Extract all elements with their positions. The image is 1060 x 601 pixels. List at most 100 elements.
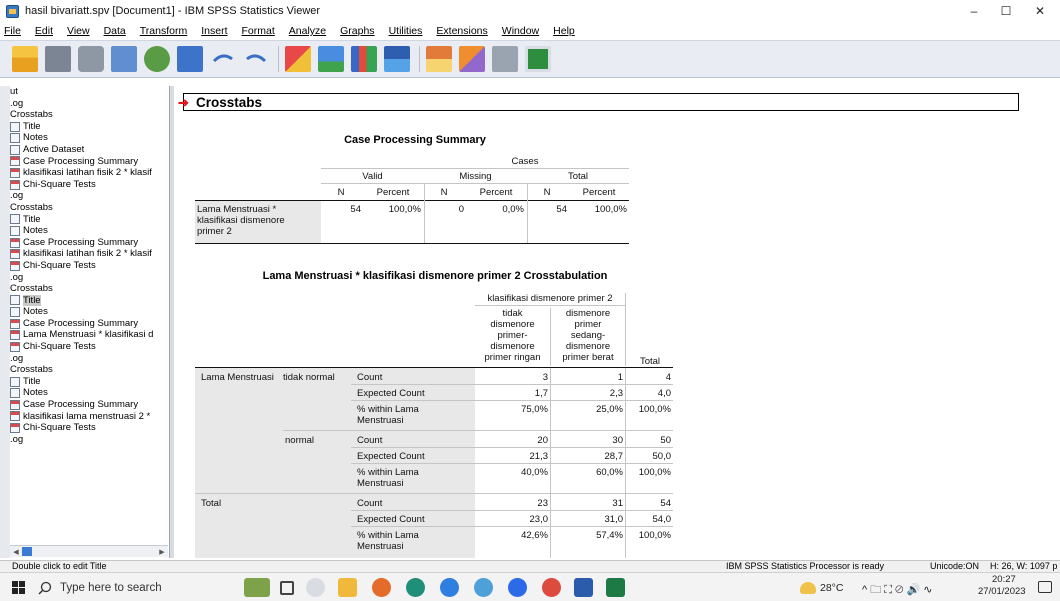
menu-edit[interactable]: Edit [35,25,53,37]
maximize-button[interactable]: ☐ [990,0,1022,22]
outline-item[interactable]: ut [10,86,169,98]
hide-item-icon[interactable] [492,46,518,72]
clock-date[interactable]: 27/01/2023 [978,586,1026,597]
menu-analyze[interactable]: Analyze [289,25,326,37]
pane-splitter[interactable] [170,86,174,558]
outline-item[interactable]: klasifikasi latihan fisik 2 * klasif [10,167,169,179]
outline-item[interactable]: Title [10,121,169,133]
outline-item[interactable]: Notes [10,132,169,144]
outline-item[interactable]: .og [10,190,169,202]
menu-graphs[interactable]: Graphs [340,25,374,37]
menu-help[interactable]: Help [553,25,575,37]
scroll-right-icon[interactable]: ▶ [156,546,168,557]
outline-item[interactable]: .og [10,272,169,284]
menu-format[interactable]: Format [242,25,275,37]
goto-data-icon[interactable] [285,46,311,72]
outline-item[interactable]: Lama Menstruasi * klasifikasi d [10,329,169,341]
menu-insert[interactable]: Insert [201,25,227,37]
col2-header-line: dismenore [565,341,611,352]
weather-icon[interactable] [800,582,816,594]
goto-case-icon[interactable] [318,46,344,72]
crosstabs-heading-box[interactable]: ➔ Crosstabs [178,93,1019,111]
taskbar-search-box[interactable]: Type here to search [38,577,218,598]
outline-item[interactable]: Chi-Square Tests [10,179,169,191]
redo-icon[interactable] [243,46,269,72]
weather-temperature[interactable]: 28°C [820,582,843,594]
outline-item[interactable]: Crosstabs [10,202,169,214]
word-icon[interactable] [574,578,593,597]
menu-data[interactable]: Data [104,25,126,37]
outline-item-selected[interactable]: Title [10,294,169,307]
recall-dialog-icon[interactable] [177,46,203,72]
scroll-left-icon[interactable]: ◀ [10,546,22,557]
menu-transform[interactable]: Transform [140,25,187,37]
news-widget-icon[interactable] [244,578,270,597]
outline-item[interactable]: Notes [10,306,169,318]
insert-output-icon[interactable] [525,46,551,72]
show-output-icon[interactable] [459,46,485,72]
outline-item[interactable]: Case Processing Summary [10,237,169,249]
outline-item[interactable]: Notes [10,225,169,237]
print-preview-icon[interactable] [111,46,137,72]
notification-icon[interactable] [1038,581,1052,593]
outline-item[interactable]: .og [10,434,169,446]
chrome-icon[interactable] [440,578,459,597]
export-icon[interactable] [144,46,170,72]
outline-item[interactable]: Chi-Square Tests [10,422,169,434]
outline-item[interactable]: Chi-Square Tests [10,341,169,353]
outline-item-label: Case Processing Summary [23,236,139,248]
excel-icon[interactable] [606,578,625,597]
outline-item[interactable]: Title [10,214,169,226]
minimize-button[interactable]: – [958,0,990,22]
firefox-icon[interactable] [372,578,391,597]
outline-item[interactable]: Crosstabs [10,364,169,376]
outline-item[interactable]: klasifikasi latihan fisik 2 * klasif [10,248,169,260]
select-cases-icon[interactable] [384,46,410,72]
outline-horizontal-scrollbar[interactable]: ◀ ▶ [10,545,168,557]
home-icon[interactable] [306,578,325,597]
edge-icon[interactable] [406,578,425,597]
chrome-profile-icon[interactable] [542,578,561,597]
outline-item[interactable]: Title [10,376,169,388]
file-explorer-icon[interactable] [338,578,357,597]
menu-utilities[interactable]: Utilities [389,25,423,37]
task-view-icon[interactable] [280,581,294,595]
outline-item[interactable]: .og [10,98,169,110]
outline-item[interactable]: Crosstabs [10,109,169,121]
outline-item[interactable]: Notes [10,387,169,399]
windows-start-icon[interactable] [12,581,25,594]
outline-item[interactable]: Chi-Square Tests [10,260,169,272]
outline-item[interactable]: Case Processing Summary [10,318,169,330]
zoom-icon[interactable] [508,578,527,597]
percent-subheader: Percent [582,187,616,198]
value-cell: 54 [660,498,671,509]
menu-view[interactable]: View [67,25,90,37]
close-button[interactable]: ✕ [1024,0,1056,22]
outline-item[interactable]: klasifikasi lama menstruasi 2 * [10,411,169,423]
menu-extensions[interactable]: Extensions [436,25,487,37]
outline-item[interactable]: Crosstabs [10,283,169,295]
value-cell: 75,0% [521,404,548,415]
undo-icon[interactable] [210,46,236,72]
size-status: H: 26, W: 1097 p [990,561,1058,571]
outline-item[interactable]: Case Processing Summary [10,399,169,411]
print-icon[interactable] [78,46,104,72]
save-icon[interactable] [45,46,71,72]
outline-item-label: Title [23,213,41,225]
value-cell: 4,0 [657,388,671,399]
outline-item[interactable]: Active Dataset [10,144,169,156]
menu-file[interactable]: File [4,25,21,37]
outline-item[interactable]: .og [10,353,169,365]
outline-item-label: Title [23,375,41,387]
value-cell: 25,0% [596,404,623,415]
outline-item[interactable]: Case Processing Summary [10,156,169,168]
menu-window[interactable]: Window [502,25,539,37]
clock-time[interactable]: 20:27 [992,574,1016,585]
app-icon[interactable] [474,578,493,597]
tray-icons[interactable]: ^ 🗀 ⛶ ⊘ 🔊 ∿ [862,581,933,600]
open-file-icon[interactable] [12,46,38,72]
variables-icon[interactable] [351,46,377,72]
designate-window-icon[interactable] [426,46,452,72]
divider [195,243,629,244]
scrollbar-thumb[interactable] [22,547,32,556]
